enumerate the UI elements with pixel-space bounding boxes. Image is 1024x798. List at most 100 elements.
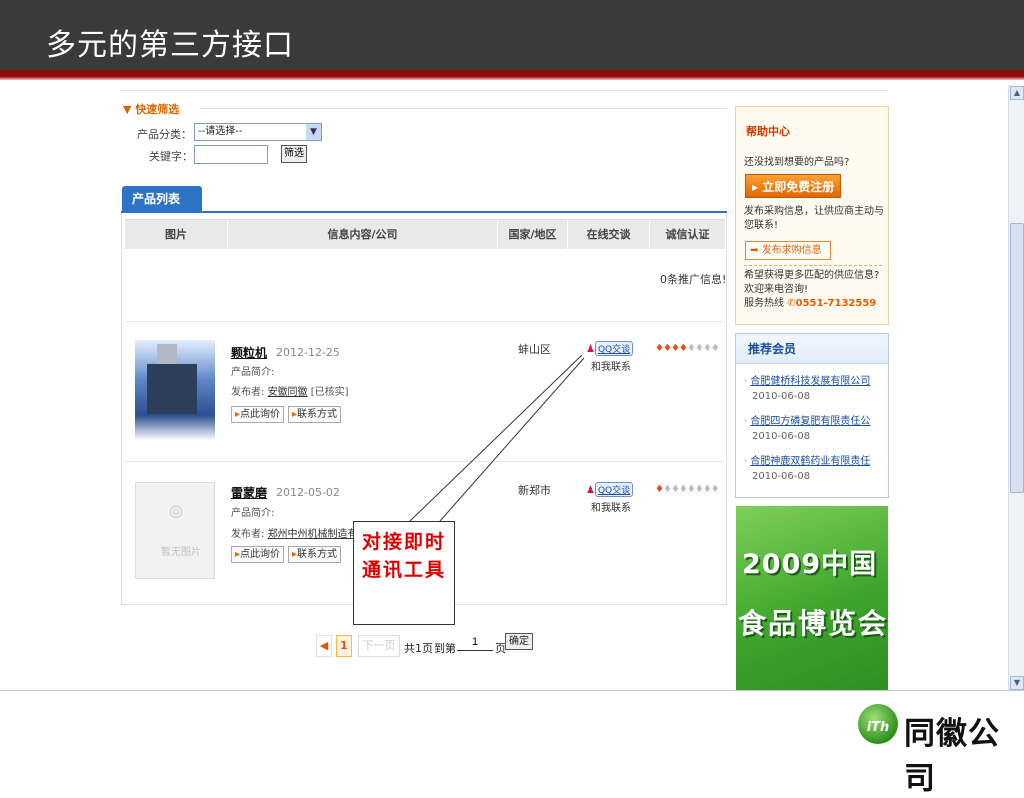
publisher-link[interactable]: 郑州中州机械制造有 (268, 529, 358, 540)
tab-product-list[interactable]: 产品列表 (122, 186, 202, 213)
product-image-placeholder[interactable]: ◎ 暂无图片 (135, 482, 215, 579)
trust-heart-icon: ♦ (710, 343, 720, 354)
trust-heart-icon: ♦ (670, 484, 680, 495)
hotline-label: 服务热线 (744, 298, 784, 309)
scroll-down-icon[interactable]: ▼ (1010, 676, 1024, 690)
quick-filter-divider (199, 108, 727, 109)
contact-label: 联系方式 (297, 409, 338, 420)
scroll-up-icon[interactable]: ▲ (1010, 86, 1024, 100)
product-list-tabbar: 产品列表 (121, 186, 727, 213)
verified-badge: [已核实] (310, 387, 349, 398)
slide-header: 多元的第三方接口 (0, 0, 1024, 70)
product-publisher: 发布者: 郑州中州机械制造有 (231, 525, 358, 540)
chevron-down-icon[interactable]: ▼ (306, 124, 321, 140)
product-image-granulator[interactable] (135, 340, 215, 440)
funnel-icon: ▼ (123, 103, 132, 116)
product-date: 2012-12-25 (276, 346, 340, 359)
product-region: 蚌山区 (518, 343, 551, 356)
quick-filter-panel: ▼ 快速筛选 产品分类： --请选择-- ▼ 关键字： 筛选 (121, 97, 727, 179)
member-item: · 合肥神鹿双鹤药业有限责任 2010-06-08 (744, 454, 886, 484)
trust-heart-icon: ♦ (670, 343, 680, 354)
recommended-members-panel: 推荐会员 · 合肥健桥科技发展有限公司 2010-06-08 · 合肥四方磷复肥… (735, 333, 889, 498)
header-accent-bar (0, 70, 1024, 77)
top-divider (120, 90, 888, 91)
help-divider (744, 265, 882, 266)
qq-penguin-icon: ♟ (586, 344, 595, 355)
goto-confirm-button[interactable]: 确定 (505, 633, 533, 650)
help-publish-text: 发布采购信息，让供应商主动与您联系! (744, 206, 884, 231)
product-date: 2012-05-02 (276, 486, 340, 499)
company-name: 同徽公司 (904, 716, 1000, 797)
trust-heart-icon: ♦ (702, 343, 712, 354)
page-1-button[interactable]: 1 (336, 635, 352, 657)
filter-button[interactable]: 筛选 (281, 145, 307, 163)
category-select-value: --请选择-- (198, 126, 243, 137)
bullet-icon: · (744, 376, 748, 387)
trust-heart-icon: ♦ (686, 343, 696, 354)
banner-line-1: 2009中国 (742, 549, 878, 580)
bullet-icon: · (744, 416, 748, 427)
trust-heart-icon: ♦ (655, 484, 664, 495)
table-header: 图片 信息内容/公司 国家/地区 在线交谈 诚信认证 (125, 219, 725, 250)
goto-label: 到第 (434, 642, 456, 655)
product-name-link[interactable]: 颗粒机 (231, 344, 267, 361)
website-screenshot: ▼ 快速筛选 产品分类： --请选择-- ▼ 关键字： 筛选 产品列表 图片 信… (0, 85, 1024, 691)
qq-chat-button[interactable]: QQ交谈 (594, 482, 634, 497)
page-total: 共1页 (404, 642, 433, 655)
member-date: 2010-06-08 (752, 391, 811, 402)
product-name-link[interactable]: 雷蒙磨 (231, 484, 267, 501)
col-header-trust: 诚信认证 (665, 228, 710, 241)
keyword-input[interactable] (194, 145, 268, 164)
prev-page-button[interactable]: ◀ (316, 635, 332, 657)
slide-title: 多元的第三方接口 (46, 28, 294, 63)
contact-button[interactable]: ▸联系方式 (288, 546, 342, 563)
trust-heart-icon: ♦ (678, 484, 688, 495)
member-link[interactable]: 合肥健桥科技发展有限公司 (750, 376, 870, 387)
arrow-right-icon: ➡ (750, 245, 759, 256)
col-header-region: 国家/地区 (498, 220, 568, 250)
camera-icon: ◎ (169, 501, 183, 520)
banner-line-2: 食品博览会 (738, 607, 888, 640)
callout-box: 对接即时通讯工具 (353, 521, 455, 625)
publish-request-button[interactable]: ➡ 发布求购信息 (745, 241, 831, 260)
next-page-button[interactable]: 下一页 (358, 635, 400, 657)
bullet-icon: · (744, 456, 748, 467)
qq-chat[interactable]: ♟ QQ交谈 和我联系 (586, 341, 634, 373)
contact-label: 联系方式 (297, 549, 338, 560)
product-intro: 产品简介: (231, 367, 275, 378)
vertical-scrollbar[interactable]: ▲ ▼ (1008, 85, 1024, 690)
contact-button[interactable]: ▸联系方式 (288, 406, 342, 423)
publisher-label: 发布者: (231, 529, 265, 540)
col-header-info: 信息内容/公司 (228, 220, 498, 250)
inquiry-button[interactable]: ▸点此询价 (231, 546, 285, 563)
register-button[interactable]: ▸ 立即免费注册 (745, 174, 841, 198)
no-promo-text: 0条推广信息! (660, 273, 727, 286)
company-logo: iTh 同徽公司 (858, 700, 1022, 797)
publish-label: 发布求购信息 (761, 245, 822, 256)
qq-chat-button[interactable]: QQ交谈 (594, 341, 634, 356)
expo-banner-ad[interactable]: 2009中国 食品博览会 (736, 506, 888, 690)
product-region: 新郑市 (518, 484, 551, 497)
qq-chat[interactable]: ♟ QQ交谈 和我联系 (586, 482, 634, 514)
help-center-title: 帮助中心 (746, 125, 790, 138)
trust-heart-icon: ♦ (662, 484, 672, 495)
phone-icon: ✆ (787, 298, 796, 309)
goto-page-input[interactable] (457, 633, 493, 651)
member-link[interactable]: 合肥四方磷复肥有限责任公 (750, 416, 870, 427)
trust-heart-icon: ♦ (678, 343, 688, 354)
category-select[interactable]: --请选择-- ▼ (194, 123, 322, 141)
trust-rating: ♦♦♦♦♦♦♦♦ (655, 343, 720, 354)
machine-body (147, 364, 197, 414)
row-divider (125, 461, 725, 462)
trust-rating: ♦♦♦♦♦♦♦♦ (655, 484, 720, 495)
scroll-thumb[interactable] (1010, 223, 1024, 493)
member-link[interactable]: 合肥神鹿双鹤药业有限责任 (750, 456, 870, 467)
no-image-text: 暂无图片 (161, 547, 201, 558)
inquiry-button[interactable]: ▸点此询价 (231, 406, 285, 423)
help-contact-prompt: 希望获得更多匹配的供应信息?欢迎来电咨询! (744, 270, 880, 295)
quick-filter-label: 快速筛选 (135, 103, 180, 116)
publisher-link[interactable]: 安徽同徽 (268, 387, 308, 398)
hotline-number: 0551-7132559 (795, 298, 877, 309)
callout-text: 对接即时通讯工具 (362, 531, 447, 581)
help-center-panel: 帮助中心 还没找到想要的产品吗? ▸ 立即免费注册 发布采购信息，让供应商主动与… (735, 106, 889, 325)
